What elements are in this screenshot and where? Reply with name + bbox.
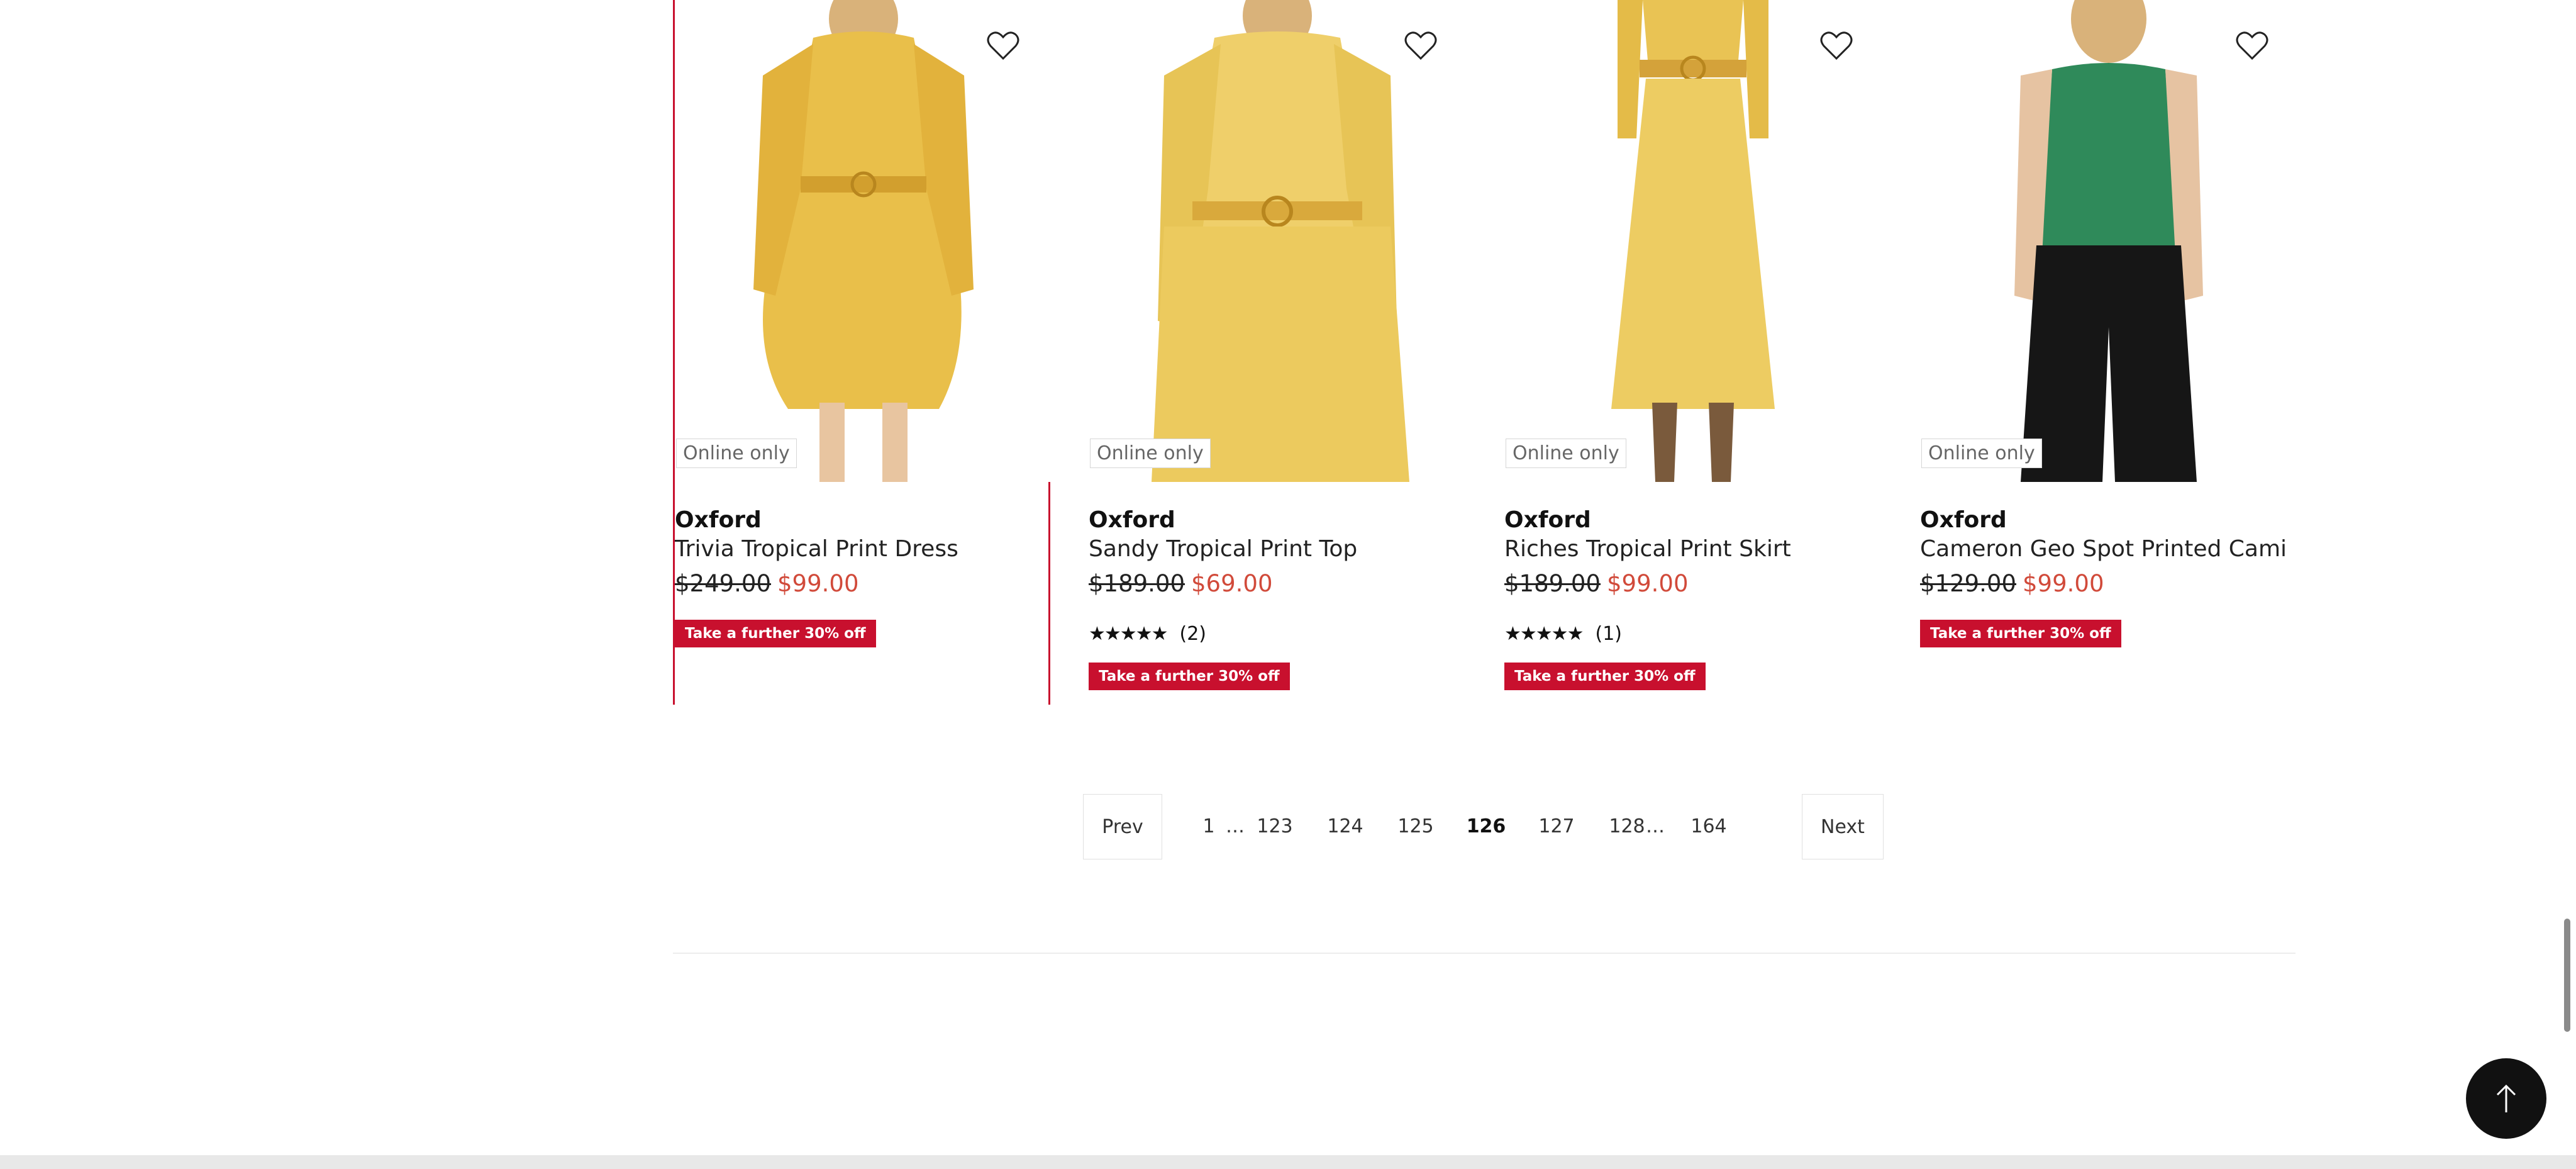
product-prices: $189.00 $99.00 [1504,570,1688,597]
wishlist-heart-icon[interactable] [983,25,1023,65]
promo-badge: Take a further 30% off [1089,663,1290,690]
page-link-164[interactable]: 164 [1687,794,1731,858]
page-link-124[interactable]: 124 [1323,794,1367,858]
prev-page-button[interactable]: Prev [1083,794,1162,859]
was-price: $189.00 [1089,570,1185,597]
page-ellipsis: … [1226,815,1245,837]
product-prices: $249.00 $99.00 [675,570,858,597]
page-link-current[interactable]: 126 [1464,794,1508,858]
product-card[interactable]: Online only Oxford Cameron Geo Spot Prin… [1920,0,2297,705]
sale-price: $69.00 [1191,570,1273,597]
wishlist-heart-icon[interactable] [2232,25,2272,65]
product-name[interactable]: Cameron Geo Spot Printed Cami [1920,536,2287,562]
product-rating[interactable]: ★★★★★ (2) [1089,623,1206,645]
star-rating-icons: ★★★★★ [1504,623,1584,645]
product-prices: $129.00 $99.00 [1920,570,2104,597]
page-ellipsis: … [1646,815,1665,837]
online-only-badge: Online only [1090,439,1211,468]
sale-price: $99.00 [1607,570,1689,597]
footer-strip [0,1155,2576,1169]
was-price: $249.00 [675,570,772,597]
arrow-up-icon [2496,1084,2516,1112]
product-image[interactable] [1920,0,2297,482]
page-link-125[interactable]: 125 [1394,794,1438,858]
wishlist-heart-icon[interactable] [1401,25,1441,65]
review-count: (1) [1595,623,1622,645]
page-link-1[interactable]: 1 [1196,794,1221,858]
promo-badge: Take a further 30% off [675,620,876,647]
product-brand[interactable]: Oxford [1504,507,1591,533]
product-brand[interactable]: Oxford [1920,507,2007,533]
product-prices: $189.00 $69.00 [1089,570,1272,597]
back-to-top-button[interactable] [2466,1058,2546,1139]
was-price: $129.00 [1920,570,2017,597]
online-only-badge: Online only [676,439,797,468]
product-rating[interactable]: ★★★★★ (1) [1504,623,1622,645]
product-name[interactable]: Riches Tropical Print Skirt [1504,536,1791,562]
next-page-button[interactable]: Next [1802,794,1884,859]
was-price: $189.00 [1504,570,1601,597]
online-only-badge: Online only [1921,439,2042,468]
product-card[interactable]: Online only Oxford Trivia Tropical Print… [673,0,1052,705]
star-rating-icons: ★★★★★ [1089,623,1168,645]
promo-badge: Take a further 30% off [1920,620,2121,647]
wishlist-heart-icon[interactable] [1816,25,1857,65]
product-card[interactable]: Online only Oxford Riches Tropical Print… [1504,0,1882,705]
sale-price: $99.00 [2023,570,2104,597]
product-image[interactable] [675,0,1052,482]
product-name[interactable]: Sandy Tropical Print Top [1089,536,1357,562]
product-brand[interactable]: Oxford [1089,507,1175,533]
online-only-badge: Online only [1506,439,1626,468]
section-divider [673,953,2296,954]
product-image[interactable] [1089,0,1466,482]
product-name[interactable]: Trivia Tropical Print Dress [675,536,958,562]
product-brand[interactable]: Oxford [675,507,762,533]
promo-badge: Take a further 30% off [1504,663,1706,690]
sale-price: $99.00 [777,570,859,597]
scrollbar-thumb[interactable] [2564,919,2570,1032]
page-link-123[interactable]: 123 [1253,794,1297,858]
review-count: (2) [1179,623,1206,645]
product-image[interactable] [1504,0,1882,482]
product-grid: Online only Oxford Trivia Tropical Print… [673,0,2297,705]
page-link-127[interactable]: 127 [1535,794,1579,858]
product-card[interactable]: Online only Oxford Sandy Tropical Print … [1089,0,1466,705]
